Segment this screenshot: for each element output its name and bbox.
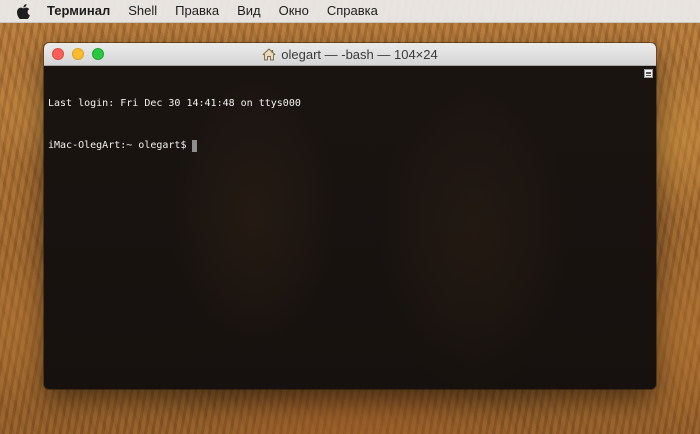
terminal-content[interactable]: Last login: Fri Dec 30 14:41:48 on ttys0… [44,66,656,389]
scroll-marks-icon[interactable] [644,69,653,78]
apple-logo-icon[interactable] [16,3,30,19]
prompt-text: iMac-OlegArt:~ olegart$ [48,140,187,151]
home-icon [262,48,276,61]
menu-bar: Терминал Shell Правка Вид Окно Справка [0,0,700,23]
desktop-wallpaper: Терминал Shell Правка Вид Окно Справка o… [0,0,700,434]
terminal-output: Last login: Fri Dec 30 14:41:48 on ttys0… [48,69,301,181]
window-title-text: olegart — -bash — 104×24 [281,46,438,62]
traffic-lights [52,48,112,60]
text-cursor [192,140,198,152]
close-button[interactable] [52,48,64,60]
terminal-line-prompt: iMac-OlegArt:~ olegart$ [48,139,301,153]
menu-window[interactable]: Окно [279,0,309,22]
last-login-text: Last login: Fri Dec 30 14:41:48 on ttys0… [48,98,301,109]
minimize-button[interactable] [72,48,84,60]
terminal-line-last-login: Last login: Fri Dec 30 14:41:48 on ttys0… [48,97,301,111]
menu-view[interactable]: Вид [237,0,261,22]
window-title: olegart — -bash — 104×24 [262,46,438,62]
menu-edit[interactable]: Правка [175,0,219,22]
window-titlebar[interactable]: olegart — -bash — 104×24 [44,43,656,66]
terminal-window: olegart — -bash — 104×24 Last login: Fri… [44,43,656,389]
menu-shell[interactable]: Shell [128,0,157,22]
zoom-button[interactable] [92,48,104,60]
menu-help[interactable]: Справка [327,0,378,22]
menu-terminal[interactable]: Терминал [47,0,110,22]
